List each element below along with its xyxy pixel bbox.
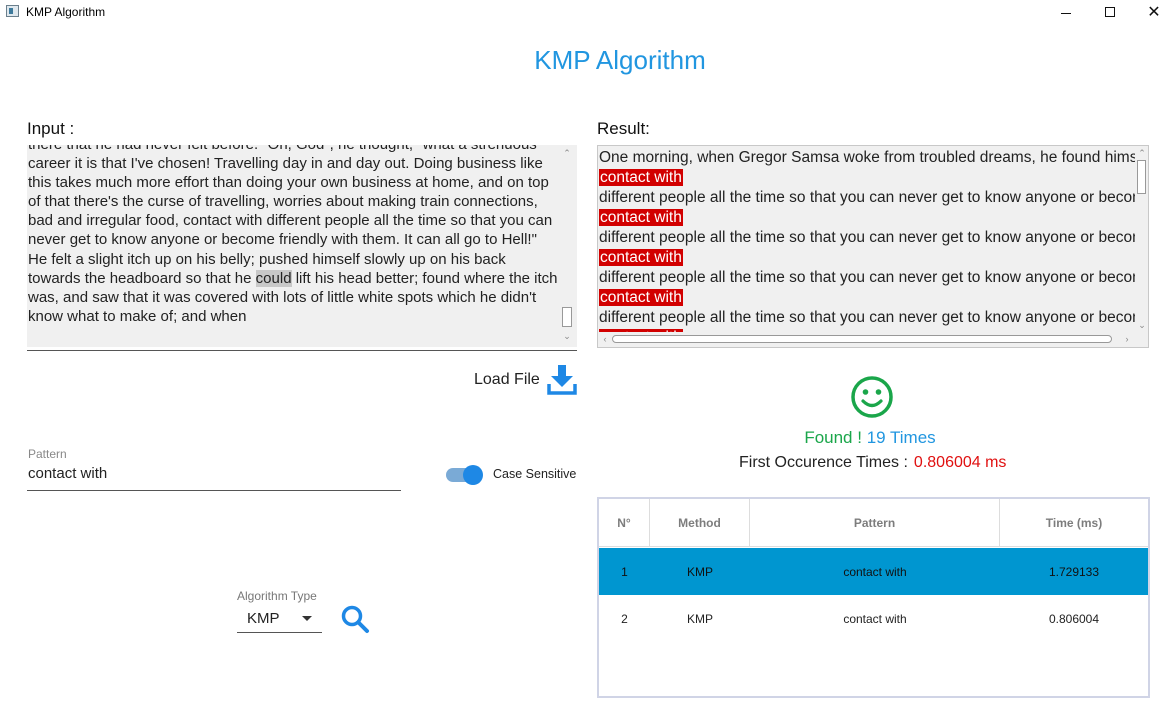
search-icon[interactable] — [340, 604, 370, 634]
result-hscrollbar[interactable]: ‹ › — [598, 332, 1135, 346]
toggle-knob — [463, 465, 483, 485]
results-table: N° Method Pattern Time (ms) 1 KMP contac… — [597, 497, 1150, 698]
pattern-underline — [27, 490, 401, 491]
algorithm-value: KMP — [247, 610, 280, 627]
result-textarea[interactable]: One morning, when Gregor Samsa woke from… — [597, 145, 1149, 348]
scroll-up-icon[interactable]: ⌃ — [1135, 146, 1148, 160]
minimize-icon — [1061, 12, 1071, 14]
first-occurrence-label: First Occurence Times : — [739, 454, 908, 471]
app-icon — [6, 5, 19, 17]
input-underline — [27, 350, 577, 351]
page-title: KMP Algorithm — [534, 45, 706, 75]
window-title: KMP Algorithm — [26, 5, 106, 19]
pattern-input[interactable]: contact with — [28, 465, 107, 482]
result-vscrollbar[interactable]: ⌃ ⌄ — [1135, 146, 1148, 332]
input-text: there that he had never felt before. "Oh… — [28, 145, 558, 326]
column-header-method[interactable]: Method — [650, 499, 750, 547]
column-header-pattern[interactable]: Pattern — [750, 499, 1000, 547]
chevron-down-icon — [302, 616, 312, 621]
scroll-thumb[interactable] — [1137, 160, 1146, 194]
minimize-button[interactable] — [1043, 0, 1089, 24]
match-highlight: contact with — [599, 249, 683, 266]
download-icon[interactable] — [547, 364, 577, 396]
input-text-before: there that he had never felt before. "Oh… — [28, 145, 553, 287]
maximize-icon — [1105, 7, 1115, 17]
cell-number: 2 — [621, 611, 628, 626]
cell-time: 1.729133 — [1048, 564, 1100, 579]
input-label: Input : — [27, 119, 75, 138]
scroll-down-icon[interactable]: ⌄ — [1135, 318, 1148, 332]
algorithm-caption: Algorithm Type — [237, 589, 317, 603]
cell-method: KMP — [686, 564, 713, 579]
cell-method: KMP — [686, 611, 713, 626]
close-button[interactable]: ✕ — [1131, 0, 1175, 24]
input-scrollbar[interactable]: ⌃ ⌄ — [559, 145, 575, 345]
result-line: different people all the time so that yo… — [599, 189, 1135, 206]
result-text: One morning, when Gregor Samsa woke from… — [599, 148, 1135, 334]
load-file-label[interactable]: Load File — [474, 371, 540, 389]
case-sensitive-toggle[interactable] — [446, 465, 483, 485]
result-line: contact with — [599, 168, 1135, 188]
column-header-time[interactable]: Time (ms) — [1000, 499, 1148, 547]
scroll-up-icon[interactable]: ⌃ — [560, 146, 574, 160]
result-line: different people all the time so that yo… — [599, 309, 1135, 326]
result-label: Result: — [597, 119, 650, 138]
column-header-number[interactable]: N° — [599, 499, 650, 547]
scroll-left-icon[interactable]: ‹ — [598, 332, 612, 346]
table-row[interactable]: 2 KMP contact with 0.806004 — [599, 595, 1148, 642]
input-text-highlight: could — [255, 269, 292, 287]
result-line: different people all the time so that yo… — [599, 229, 1135, 246]
found-status: Found ! 19 Times — [760, 428, 980, 448]
result-line: contact with — [599, 288, 1135, 308]
scroll-down-icon[interactable]: ⌄ — [560, 329, 574, 343]
title-bar: KMP Algorithm ✕ — [0, 0, 1175, 24]
smiley-icon — [851, 376, 893, 418]
result-line: One morning, when Gregor Samsa woke from… — [599, 149, 1135, 166]
first-occurrence-value: 0.806004 ms — [913, 454, 1007, 471]
found-count: 19 Times — [866, 428, 936, 447]
table-header: N° Method Pattern Time (ms) — [599, 499, 1148, 547]
match-highlight: contact with — [599, 289, 683, 306]
result-line: contact with — [599, 248, 1135, 268]
case-sensitive-label: Case Sensitive — [493, 467, 577, 481]
scroll-thumb[interactable] — [562, 307, 572, 327]
scroll-thumb[interactable] — [612, 335, 1112, 343]
pattern-caption: Pattern — [28, 447, 67, 461]
cell-pattern: contact with — [843, 564, 907, 579]
cell-time: 0.806004 — [1048, 611, 1100, 626]
first-occurrence: First Occurence Times : 0.806004 ms — [739, 454, 1006, 472]
cell-number: 1 — [621, 564, 628, 579]
maximize-button[interactable] — [1087, 0, 1133, 24]
result-line: contact with — [599, 208, 1135, 228]
match-highlight: contact with — [599, 209, 683, 226]
algorithm-select[interactable]: KMP — [237, 607, 322, 633]
scroll-right-icon[interactable]: › — [1120, 332, 1134, 346]
match-highlight: contact with — [599, 169, 683, 186]
table-row[interactable]: 1 KMP contact with 1.729133 — [599, 548, 1148, 595]
cell-pattern: contact with — [843, 611, 907, 626]
result-line: different people all the time so that yo… — [599, 269, 1135, 286]
input-textarea[interactable]: there that he had never felt before. "Oh… — [27, 145, 577, 347]
found-prefix: Found ! — [804, 428, 862, 447]
